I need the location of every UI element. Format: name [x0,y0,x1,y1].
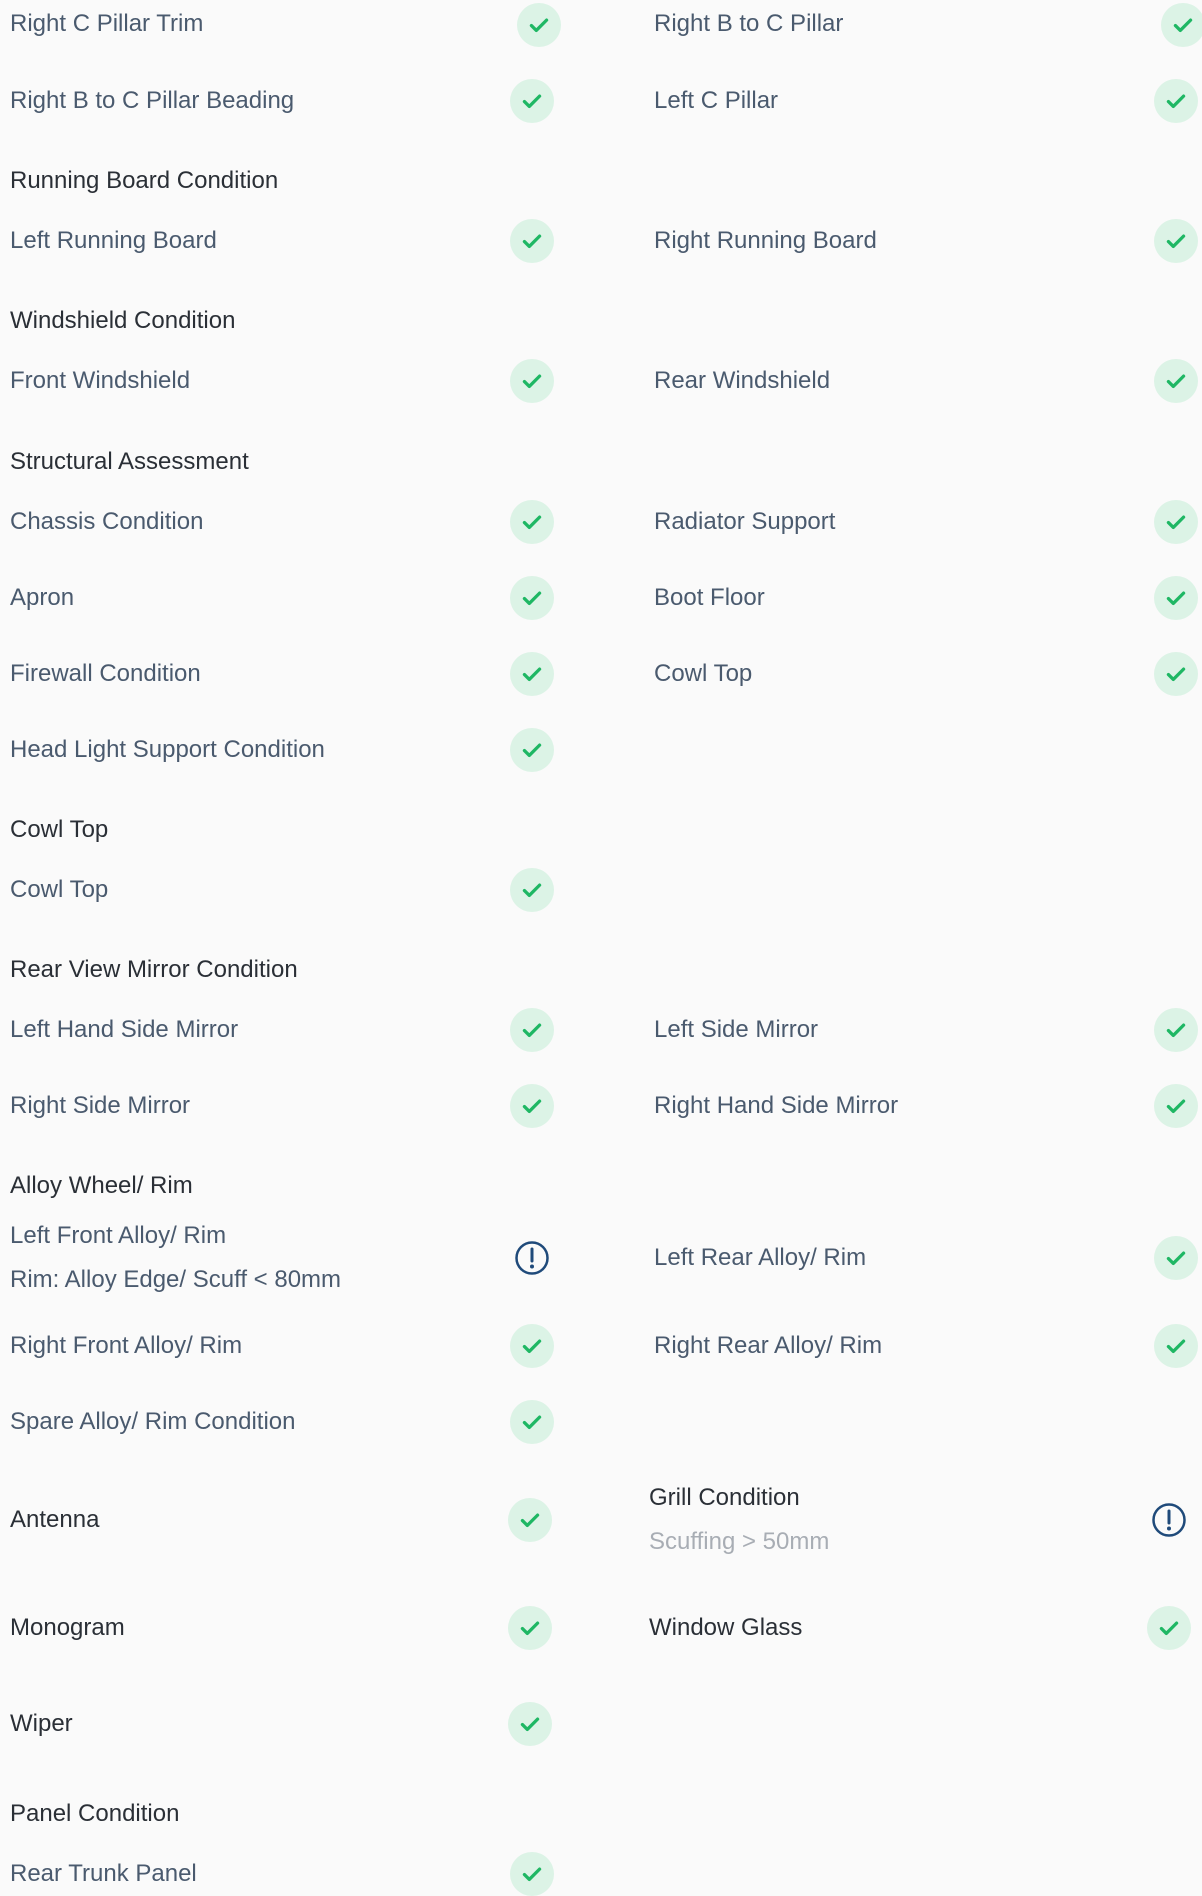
check-icon [508,1498,552,1542]
item-label-head-light-support: Head Light Support Condition [10,736,325,763]
item-label-monogram: Monogram [10,1614,125,1641]
section-title-running-board: Running Board Condition [10,167,279,194]
item-label-left-hand-side-mirror: Left Hand Side Mirror [10,1016,239,1043]
check-icon [510,868,554,912]
check-icon [1154,652,1198,696]
check-icon [1154,1008,1198,1052]
item-label-window-glass: Window Glass [649,1614,803,1641]
section-title-alloy: Alloy Wheel/ Rim [10,1172,193,1199]
check-icon [510,1400,554,1444]
item-label-cowl-top-structural: Cowl Top [654,660,753,687]
check-icon [1154,79,1198,123]
check-icon [510,576,554,620]
item-note-grill-condition: Scuffing > 50mm [649,1528,830,1555]
item-label-cowl-top: Cowl Top [10,876,109,903]
check-icon [510,500,554,544]
item-label-right-front-alloy: Right Front Alloy/ Rim [10,1332,243,1359]
check-icon [1161,3,1202,47]
section-title-mirror: Rear View Mirror Condition [10,956,298,983]
item-label-front-windshield: Front Windshield [10,367,191,394]
check-icon [510,79,554,123]
check-icon [508,1606,552,1650]
item-label-wiper: Wiper [10,1710,73,1737]
check-icon [508,1702,552,1746]
section-title-panel: Panel Condition [10,1800,180,1827]
check-icon [510,1324,554,1368]
check-icon [1154,1324,1198,1368]
section-title-cowl-top: Cowl Top [10,816,109,843]
check-icon [510,1008,554,1052]
item-label-chassis-condition: Chassis Condition [10,508,204,535]
check-icon [510,219,554,263]
item-label-left-side-mirror: Left Side Mirror [654,1016,819,1043]
check-icon [510,359,554,403]
item-label-rear-trunk-panel: Rear Trunk Panel [10,1860,197,1887]
item-label-left-rear-alloy: Left Rear Alloy/ Rim [654,1244,867,1271]
check-icon [1147,1606,1191,1650]
item-label-grill-condition: Grill Condition [649,1484,800,1511]
item-label-rear-windshield: Rear Windshield [654,367,831,394]
item-label-left-front-alloy: Left Front Alloy/ Rim [10,1222,227,1249]
item-label-right-rear-alloy: Right Rear Alloy/ Rim [654,1332,883,1359]
item-label-apron: Apron [10,584,75,611]
item-label-right-b-to-c-pillar: Right B to C Pillar [654,10,844,37]
check-icon [1154,500,1198,544]
item-label-right-running-board: Right Running Board [654,227,877,254]
check-icon [1154,1236,1198,1280]
item-label-antenna: Antenna [10,1506,100,1533]
section-title-structural: Structural Assessment [10,448,249,475]
item-note-left-front-alloy: Rim: Alloy Edge/ Scuff < 80mm [10,1266,342,1293]
item-label-right-b-to-c-pillar-beading: Right B to C Pillar Beading [10,87,295,114]
item-label-right-side-mirror: Right Side Mirror [10,1092,191,1119]
check-icon [510,652,554,696]
item-label-right-hand-side-mirror: Right Hand Side Mirror [654,1092,899,1119]
exclamation-circle-icon [1151,1502,1187,1538]
check-icon [1154,1084,1198,1128]
item-label-left-c-pillar: Left C Pillar [654,87,779,114]
item-label-spare-alloy: Spare Alloy/ Rim Condition [10,1408,296,1435]
item-label-radiator-support: Radiator Support [654,508,836,535]
item-label-left-running-board: Left Running Board [10,227,217,254]
item-label-firewall-condition: Firewall Condition [10,660,201,687]
check-icon [1154,219,1198,263]
check-icon [1154,576,1198,620]
check-icon [517,3,561,47]
section-title-windshield: Windshield Condition [10,307,236,334]
check-icon [510,728,554,772]
check-icon [510,1852,554,1896]
check-icon [1154,359,1198,403]
exclamation-circle-icon [514,1240,550,1276]
check-icon [510,1084,554,1128]
item-label-right-c-pillar-trim: Right C Pillar Trim [10,10,204,37]
item-label-boot-floor: Boot Floor [654,584,765,611]
